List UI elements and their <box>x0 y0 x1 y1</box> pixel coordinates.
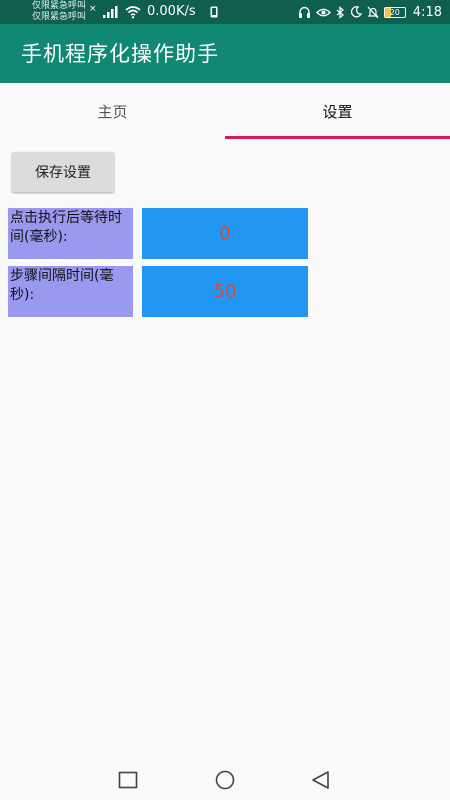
clock: 4:18 <box>412 4 442 20</box>
home-icon[interactable] <box>214 770 236 790</box>
signal-icon <box>103 6 118 18</box>
navigation-bar <box>0 760 450 800</box>
battery-icon: 20 <box>383 6 406 18</box>
save-settings-button[interactable]: 保存设置 <box>12 152 114 192</box>
moon-icon <box>350 6 362 18</box>
recent-apps-icon[interactable] <box>117 770 139 790</box>
status-icons: 20 4:18 <box>298 3 442 21</box>
tab-settings[interactable]: 设置 <box>225 83 450 139</box>
click-wait-label: 点击执行后等待时间(毫秒): <box>8 208 133 259</box>
step-interval-input[interactable] <box>142 266 308 317</box>
headset-icon <box>298 6 310 18</box>
tab-bar: 主页 设置 <box>0 83 450 139</box>
notification-phone-icon <box>210 6 218 18</box>
no-signal-mark: × <box>89 4 97 14</box>
click-wait-input[interactable] <box>142 208 308 259</box>
tab-home[interactable]: 主页 <box>0 83 225 139</box>
carrier-text: 仅限紧急呼叫 仅限紧急呼叫 <box>32 1 86 23</box>
app-title: 手机程序化操作助手 <box>21 42 219 66</box>
back-icon[interactable] <box>310 770 332 790</box>
status-bar: 仅限紧急呼叫 仅限紧急呼叫 × 0.00K/s 20 4:18 <box>0 0 450 24</box>
battery-level: 20 <box>389 7 400 17</box>
eye-icon <box>315 8 331 16</box>
tab-indicator <box>225 136 450 139</box>
bluetooth-icon <box>336 5 344 19</box>
network-speed: 0.00K/s <box>147 4 196 19</box>
carrier-line-2: 仅限紧急呼叫 <box>32 12 87 22</box>
app-bar: 手机程序化操作助手 <box>0 24 450 83</box>
mute-bell-icon <box>367 6 379 18</box>
step-interval-label: 步骤间隔时间(毫秒): <box>8 266 133 317</box>
carrier-line-1: 仅限紧急呼叫 <box>32 1 87 11</box>
wifi-icon <box>125 6 141 19</box>
